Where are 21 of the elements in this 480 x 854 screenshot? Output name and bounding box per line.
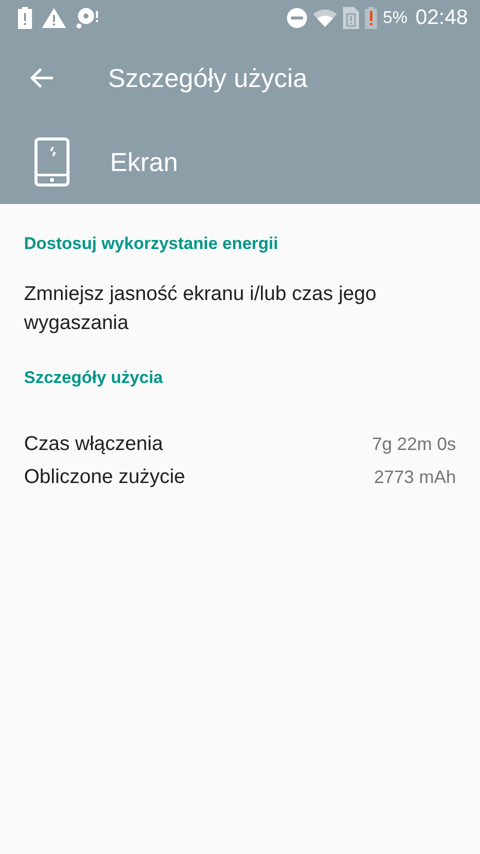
detail-label: Obliczone zużycie	[24, 466, 186, 489]
sim-card-icon	[342, 7, 359, 29]
section-header: Dostosuj wykorzystanie energii	[24, 234, 280, 254]
detail-value: 2773 mAh	[374, 467, 456, 488]
tip-text[interactable]: Zmniejsz jasność ekranu i/lub czas jego wygaszania	[24, 280, 456, 338]
disc-alert-icon	[76, 7, 100, 29]
detail-value: 7g 22m 0s	[372, 434, 456, 455]
phone-icon	[34, 137, 70, 187]
battery-alert-icon	[18, 7, 32, 29]
app-name: Ekran	[110, 146, 178, 178]
section-header: Szczegóły użycia	[24, 368, 164, 388]
wifi-icon	[312, 9, 337, 27]
screen-title: Szczegóły użycia	[108, 62, 308, 94]
do-not-disturb-icon	[286, 8, 307, 28]
detail-label: Czas włączenia	[24, 433, 163, 456]
battery-low-icon	[364, 7, 377, 29]
clock-time: 02:48	[415, 6, 468, 30]
warning-icon	[42, 8, 66, 28]
back-button[interactable]	[30, 67, 54, 89]
back-arrow-icon	[30, 67, 54, 89]
battery-percent: 5%	[382, 8, 408, 28]
